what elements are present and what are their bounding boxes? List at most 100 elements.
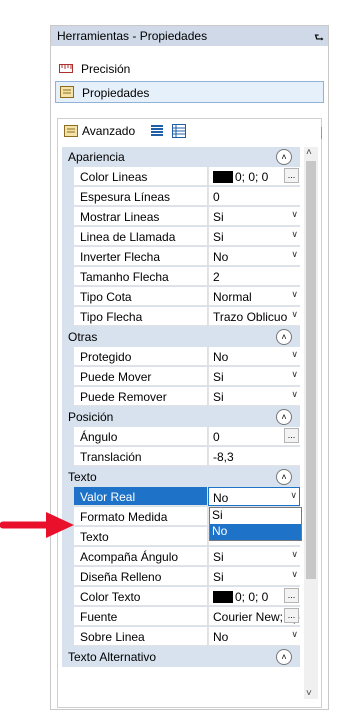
chevron-down-icon[interactable]: ∨ <box>291 569 298 580</box>
property-value[interactable]: Si ∨ <box>208 567 300 586</box>
property-value[interactable]: Si ∨ <box>208 387 300 406</box>
property-value[interactable]: Si ∨ <box>208 547 300 566</box>
property-row[interactable]: Diseña Relleno Si ∨ <box>62 567 300 587</box>
property-value[interactable]: No ∨ <box>208 247 300 266</box>
category-header[interactable]: Texto ˄ <box>62 467 300 487</box>
list-icon[interactable] <box>172 124 186 138</box>
advanced-button[interactable]: Avanzado <box>82 124 135 138</box>
option-precision[interactable]: Precisión <box>55 58 324 80</box>
property-row[interactable]: Color Texto 0; 0; 0... <box>62 587 300 607</box>
chevron-down-icon[interactable]: ∨ <box>291 369 298 380</box>
property-value[interactable]: No ∨ <box>208 487 300 506</box>
chevron-down-icon[interactable]: ∨ <box>291 209 298 220</box>
property-row[interactable]: Tipo Cota Normal ∨ <box>62 287 300 307</box>
property-value[interactable]: Si ∨ <box>208 367 300 386</box>
category-header[interactable]: Apariencia ˄ <box>62 147 300 167</box>
property-value[interactable]: Normal ∨ <box>208 287 300 306</box>
collapse-icon[interactable]: ˄ <box>276 409 292 425</box>
chevron-down-icon[interactable]: ∨ <box>291 289 298 300</box>
category-header[interactable]: Otras ˄ <box>62 327 300 347</box>
ellipsis-button[interactable]: ... <box>284 608 299 623</box>
category-header[interactable]: Posición ˄ <box>62 407 300 427</box>
chevron-down-icon[interactable]: ∨ <box>291 309 298 320</box>
chevron-down-icon[interactable]: ∨ <box>291 389 298 400</box>
chevron-down-icon[interactable]: ∨ <box>291 249 298 260</box>
property-row[interactable]: Acompaña Ángulo Si ∨ <box>62 547 300 567</box>
property-value-text: No <box>213 350 229 364</box>
red-arrow-annotation <box>0 512 74 538</box>
ellipsis-button[interactable]: ... <box>284 588 299 603</box>
inspector-toolbar: Avanzado <box>58 119 322 143</box>
property-name: Diseña Relleno <box>74 567 207 586</box>
property-row[interactable]: Fuente Courier New; 9pt... <box>62 607 300 627</box>
property-row[interactable]: Protegido No ∨ <box>62 347 300 367</box>
property-value-text: Si <box>213 230 224 244</box>
scroll-down-icon[interactable]: ˅ <box>306 688 312 699</box>
property-name: Valor Real <box>74 487 207 506</box>
color-swatch <box>213 591 233 603</box>
property-value[interactable]: No ∨ <box>208 627 300 646</box>
collapse-icon[interactable]: ˄ <box>276 469 292 485</box>
property-row[interactable]: Translación -8,3 <box>62 447 300 467</box>
property-value-text: Si <box>213 570 224 584</box>
property-row[interactable]: Mostrar Lineas Si ∨ <box>62 207 300 227</box>
collapse-icon[interactable]: ˄ <box>276 329 292 345</box>
scrollbar-thumb[interactable] <box>306 161 316 579</box>
property-value[interactable]: No ∨ <box>208 347 300 366</box>
category-label: Texto Alternativo <box>68 650 157 664</box>
collapse-icon[interactable]: ˄ <box>276 149 292 165</box>
category-label: Texto <box>68 470 97 484</box>
property-value[interactable]: 0; 0; 0... <box>208 167 300 186</box>
category-label: Posición <box>68 410 114 424</box>
option-label: Precisión <box>81 62 131 76</box>
property-name: Espesura Líneas <box>74 187 207 206</box>
option-label: Propiedades <box>82 86 150 100</box>
scrollbar[interactable]: ˄ ˅ <box>304 147 318 699</box>
property-row[interactable]: Ángulo 0... <box>62 427 300 447</box>
properties-icon <box>64 125 78 137</box>
property-name: Translación <box>74 447 207 466</box>
chevron-down-icon[interactable]: ∨ <box>290 490 297 501</box>
property-value[interactable]: Si ∨ <box>208 227 300 246</box>
property-value[interactable]: 2 <box>208 267 300 286</box>
option-properties[interactable]: Propiedades <box>55 81 324 103</box>
ellipsis-button[interactable]: ... <box>284 168 299 183</box>
property-value[interactable]: 0... <box>208 427 300 446</box>
property-row[interactable]: Valor Real No ∨ <box>62 487 300 507</box>
dropdown-option[interactable]: No <box>210 524 301 540</box>
ellipsis-button[interactable]: ... <box>284 428 299 443</box>
chevron-down-icon[interactable]: ∨ <box>291 629 298 640</box>
property-row[interactable]: Inverter Flecha No ∨ <box>62 247 300 267</box>
scroll-up-icon[interactable]: ˄ <box>306 147 312 158</box>
property-name: Mostrar Lineas <box>74 207 207 226</box>
category-header[interactable]: Texto Alternativo ˄ <box>62 647 300 667</box>
chevron-down-icon[interactable]: ∨ <box>291 349 298 360</box>
property-row[interactable]: Color Lineas 0; 0; 0... <box>62 167 300 187</box>
property-row[interactable]: Tamanho Flecha 2 <box>62 267 300 287</box>
chevron-down-icon[interactable]: ∨ <box>291 229 298 240</box>
dropdown-list[interactable]: Si No <box>209 507 302 541</box>
property-value-text: 0 <box>213 430 220 444</box>
collapse-icon[interactable]: ˄ <box>276 649 292 665</box>
property-value[interactable]: Si ∨ <box>208 207 300 226</box>
property-row[interactable]: Linea de Llamada Si ∨ <box>62 227 300 247</box>
property-value-text: Si <box>213 210 224 224</box>
property-value[interactable]: Trazo Oblicuo ∨ <box>208 307 300 326</box>
property-row[interactable]: Espesura Líneas 0 <box>62 187 300 207</box>
chevron-down-icon[interactable]: ∨ <box>291 549 298 560</box>
dropdown-option[interactable]: Si <box>210 508 301 524</box>
category-label: Apariencia <box>68 150 125 164</box>
property-name: Ángulo <box>74 427 207 446</box>
property-value[interactable]: 0; 0; 0... <box>208 587 300 606</box>
property-row[interactable]: Sobre Linea No ∨ <box>62 627 300 647</box>
property-row[interactable]: Tipo Flecha Trazo Oblicuo ∨ <box>62 307 300 327</box>
property-value[interactable]: -8,3 <box>208 447 300 466</box>
pin-icon[interactable]: ⮑ <box>314 29 324 48</box>
panel-title: Herramientas - Propiedades <box>57 29 208 43</box>
property-value[interactable]: Courier New; 9pt... <box>208 607 300 626</box>
property-name: Puede Mover <box>74 367 207 386</box>
property-row[interactable]: Puede Mover Si ∨ <box>62 367 300 387</box>
property-value[interactable]: 0 <box>208 187 300 206</box>
property-row[interactable]: Puede Remover Si ∨ <box>62 387 300 407</box>
categorized-icon[interactable] <box>150 124 164 138</box>
